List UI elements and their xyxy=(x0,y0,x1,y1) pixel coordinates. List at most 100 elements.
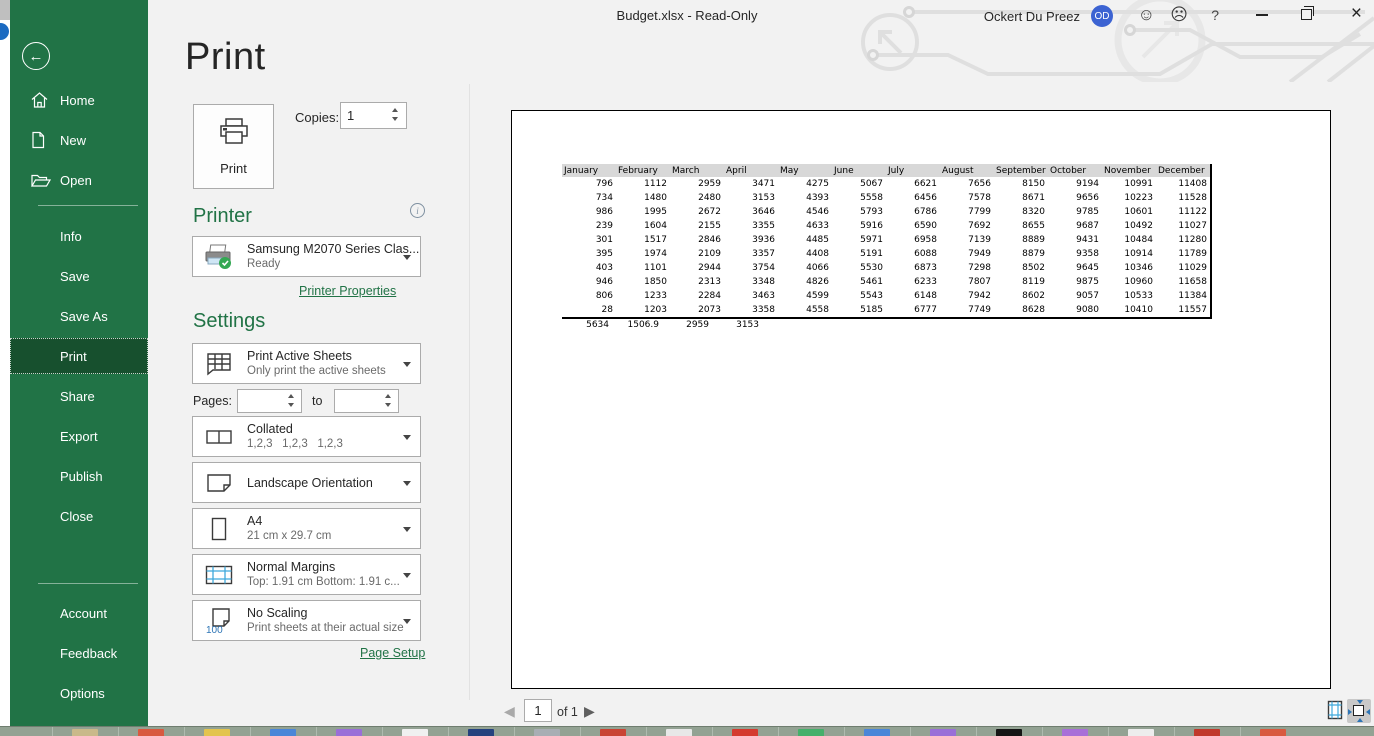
table-cell: 5530 xyxy=(832,261,886,275)
sidebar-item-export[interactable]: Export xyxy=(10,418,148,454)
info-icon[interactable]: i xyxy=(410,203,425,218)
taskbar-icon-fragment[interactable] xyxy=(930,729,956,736)
printer-section-heading: Printer xyxy=(193,205,252,228)
taskbar-icon-fragment[interactable] xyxy=(468,729,494,736)
table-cell: 7807 xyxy=(940,275,994,289)
table-cell: 7656 xyxy=(940,177,994,191)
print-area-select[interactable]: Print Active Sheets Only print the activ… xyxy=(192,343,421,384)
taskbar-icon-fragment[interactable] xyxy=(864,729,890,736)
sidebar-item-print[interactable]: Print xyxy=(10,338,148,374)
table-cell: 1480 xyxy=(616,191,670,205)
table-cell: 10991 xyxy=(1102,177,1156,191)
sidebar-item-label: Home xyxy=(60,93,95,108)
page-number-input[interactable] xyxy=(524,699,552,722)
taskbar-icon-fragment[interactable] xyxy=(204,729,230,736)
month-header: March xyxy=(670,164,724,177)
paper-size-select[interactable]: A4 21 cm x 29.7 cm xyxy=(192,508,421,549)
taskbar-icon-fragment[interactable] xyxy=(270,729,296,736)
previous-page-button[interactable]: ◀ xyxy=(504,703,515,720)
taskbar-icon-fragment[interactable] xyxy=(600,729,626,736)
printer-select[interactable]: Samsung M2070 Series Clas... Ready xyxy=(192,236,421,277)
scaling-select[interactable]: 100 No Scaling Print sheets at their act… xyxy=(192,600,421,641)
minimize-button[interactable] xyxy=(1256,14,1268,16)
table-cell: 11122 xyxy=(1156,205,1211,219)
zoom-to-page-button[interactable] xyxy=(1347,699,1371,723)
taskbar-icon-fragment[interactable] xyxy=(138,729,164,736)
table-cell: 3358 xyxy=(724,303,778,318)
sidebar-item-publish[interactable]: Publish xyxy=(10,458,148,494)
sidebar-item-options[interactable]: Options xyxy=(10,675,148,711)
orientation-title: Landscape Orientation xyxy=(247,476,373,490)
sidebar-item-save[interactable]: Save xyxy=(10,258,148,294)
sidebar-item-save-as[interactable]: Save As xyxy=(10,298,148,334)
chevron-down-icon xyxy=(403,573,411,578)
table-cell: 7578 xyxy=(940,191,994,205)
no-icon xyxy=(30,604,51,622)
table-cell: 10484 xyxy=(1102,233,1156,247)
table-cell: 3153 xyxy=(724,191,778,205)
table-cell: 301 xyxy=(562,233,616,247)
table-cell: 1974 xyxy=(616,247,670,261)
table-cell: 4558 xyxy=(778,303,832,318)
restore-button[interactable] xyxy=(1301,9,1312,20)
taskbar-icon-fragment[interactable] xyxy=(996,729,1022,736)
no-icon xyxy=(30,227,51,245)
taskbar-icon-fragment[interactable] xyxy=(534,729,560,736)
table-cell: 2846 xyxy=(670,233,724,247)
margins-select[interactable]: Normal Margins Top: 1.91 cm Bottom: 1.91… xyxy=(192,554,421,595)
taskbar-icon-fragment[interactable] xyxy=(72,729,98,736)
sidebar-item-new[interactable]: New xyxy=(10,122,148,158)
copies-label: Copies: xyxy=(295,110,339,125)
no-icon xyxy=(30,347,51,365)
close-button[interactable]: × xyxy=(1351,3,1362,25)
taskbar-separator xyxy=(778,727,779,736)
table-cell: 8628 xyxy=(994,303,1048,318)
orientation-select[interactable]: Landscape Orientation xyxy=(192,462,421,503)
sidebar-item-info[interactable]: Info xyxy=(10,218,148,254)
taskbar-icon-fragment[interactable] xyxy=(1128,729,1154,736)
send-frown-icon[interactable]: ☹ xyxy=(1170,4,1188,26)
month-header: August xyxy=(940,164,994,177)
sidebar-item-feedback[interactable]: Feedback xyxy=(10,635,148,671)
account-avatar[interactable]: OD xyxy=(1091,5,1113,27)
taskbar-icon-fragment[interactable] xyxy=(336,729,362,736)
taskbar-icon-fragment[interactable] xyxy=(1194,729,1220,736)
print-button[interactable]: Print xyxy=(193,104,274,189)
taskbar-icon-fragment[interactable] xyxy=(402,729,428,736)
taskbar-icon-fragment[interactable] xyxy=(798,729,824,736)
table-cell: 6088 xyxy=(886,247,940,261)
pages-from-stepper[interactable] xyxy=(288,394,294,407)
table-cell: 4275 xyxy=(778,177,832,191)
send-smile-icon[interactable]: ☺ xyxy=(1138,4,1155,26)
table-cell: 7692 xyxy=(940,219,994,233)
taskbar-icon-fragment[interactable] xyxy=(666,729,692,736)
taskbar-sliver[interactable] xyxy=(0,726,1374,736)
copies-stepper[interactable] xyxy=(392,108,398,121)
table-cell: 7298 xyxy=(940,261,994,275)
sidebar-item-open[interactable]: Open xyxy=(10,162,148,198)
next-page-button[interactable]: ▶ xyxy=(584,703,595,720)
panel-divider xyxy=(469,84,470,700)
total-cell: 1506.9 xyxy=(612,320,662,330)
back-button[interactable]: ← xyxy=(22,42,50,70)
page-setup-link[interactable]: Page Setup xyxy=(360,646,425,660)
sidebar-item-label: Feedback xyxy=(60,646,117,661)
sidebar-item-account[interactable]: Account xyxy=(10,595,148,631)
taskbar-icon-fragment[interactable] xyxy=(1062,729,1088,736)
sidebar-item-home[interactable]: Home xyxy=(10,82,148,118)
pages-to-stepper[interactable] xyxy=(385,394,391,407)
taskbar-icon-fragment[interactable] xyxy=(1260,729,1286,736)
sidebar-item-share[interactable]: Share xyxy=(10,378,148,414)
taskbar-separator xyxy=(1174,727,1175,736)
table-cell: 403 xyxy=(562,261,616,275)
scaling-subtitle: Print sheets at their actual size xyxy=(247,621,420,635)
taskbar-separator xyxy=(910,727,911,736)
table-cell: 5971 xyxy=(832,233,886,247)
taskbar-icon-fragment[interactable] xyxy=(732,729,758,736)
help-button[interactable]: ? xyxy=(1211,7,1219,23)
collation-select[interactable]: Collated 1,2,3 1,2,3 1,2,3 xyxy=(192,416,421,457)
window-title: Budget.xlsx - Read-Only xyxy=(0,8,1374,23)
show-margins-button[interactable] xyxy=(1325,702,1345,722)
sidebar-item-close[interactable]: Close xyxy=(10,498,148,534)
printer-properties-link[interactable]: Printer Properties xyxy=(299,284,396,298)
